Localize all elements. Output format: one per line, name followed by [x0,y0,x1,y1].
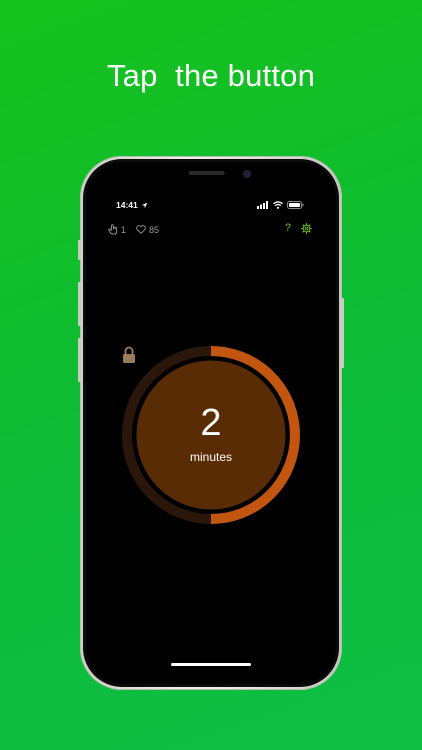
timer-unit: minutes [189,450,233,464]
camera [243,170,251,178]
taps-counter: 1 [108,224,126,235]
likes-count: 85 [149,224,160,235]
location-arrow-icon [141,202,148,209]
top-actions: ? [285,222,312,234]
timer-value: 2 [200,402,222,444]
speaker [188,171,225,175]
notch [146,162,276,186]
volume-down-button [78,338,81,382]
status-time: 14:41 [116,200,148,210]
settings-icon[interactable] [301,222,312,234]
headline: Tap the button [106,58,316,93]
side-button [78,240,81,260]
status-icons [257,200,304,210]
power-button [341,298,344,368]
lock-icon [123,346,135,363]
help-button[interactable]: ? [285,222,291,234]
tap-icon [108,224,118,235]
wifi-icon [273,201,283,209]
signal-icon [257,201,268,209]
volume-up-button [78,282,81,326]
phone-screen: 14:41 1 85 ? 2 minutes [86,162,336,684]
stats-bar: 1 85 [108,224,159,235]
battery-icon [287,201,304,209]
likes-counter: 85 [136,225,159,235]
heart-icon [136,225,146,234]
phone-frame: 14:41 1 85 ? 2 minutes [78,156,344,690]
timer-button[interactable]: 2 minutes [122,346,300,524]
taps-count: 1 [121,224,127,235]
home-indicator[interactable] [171,663,251,666]
